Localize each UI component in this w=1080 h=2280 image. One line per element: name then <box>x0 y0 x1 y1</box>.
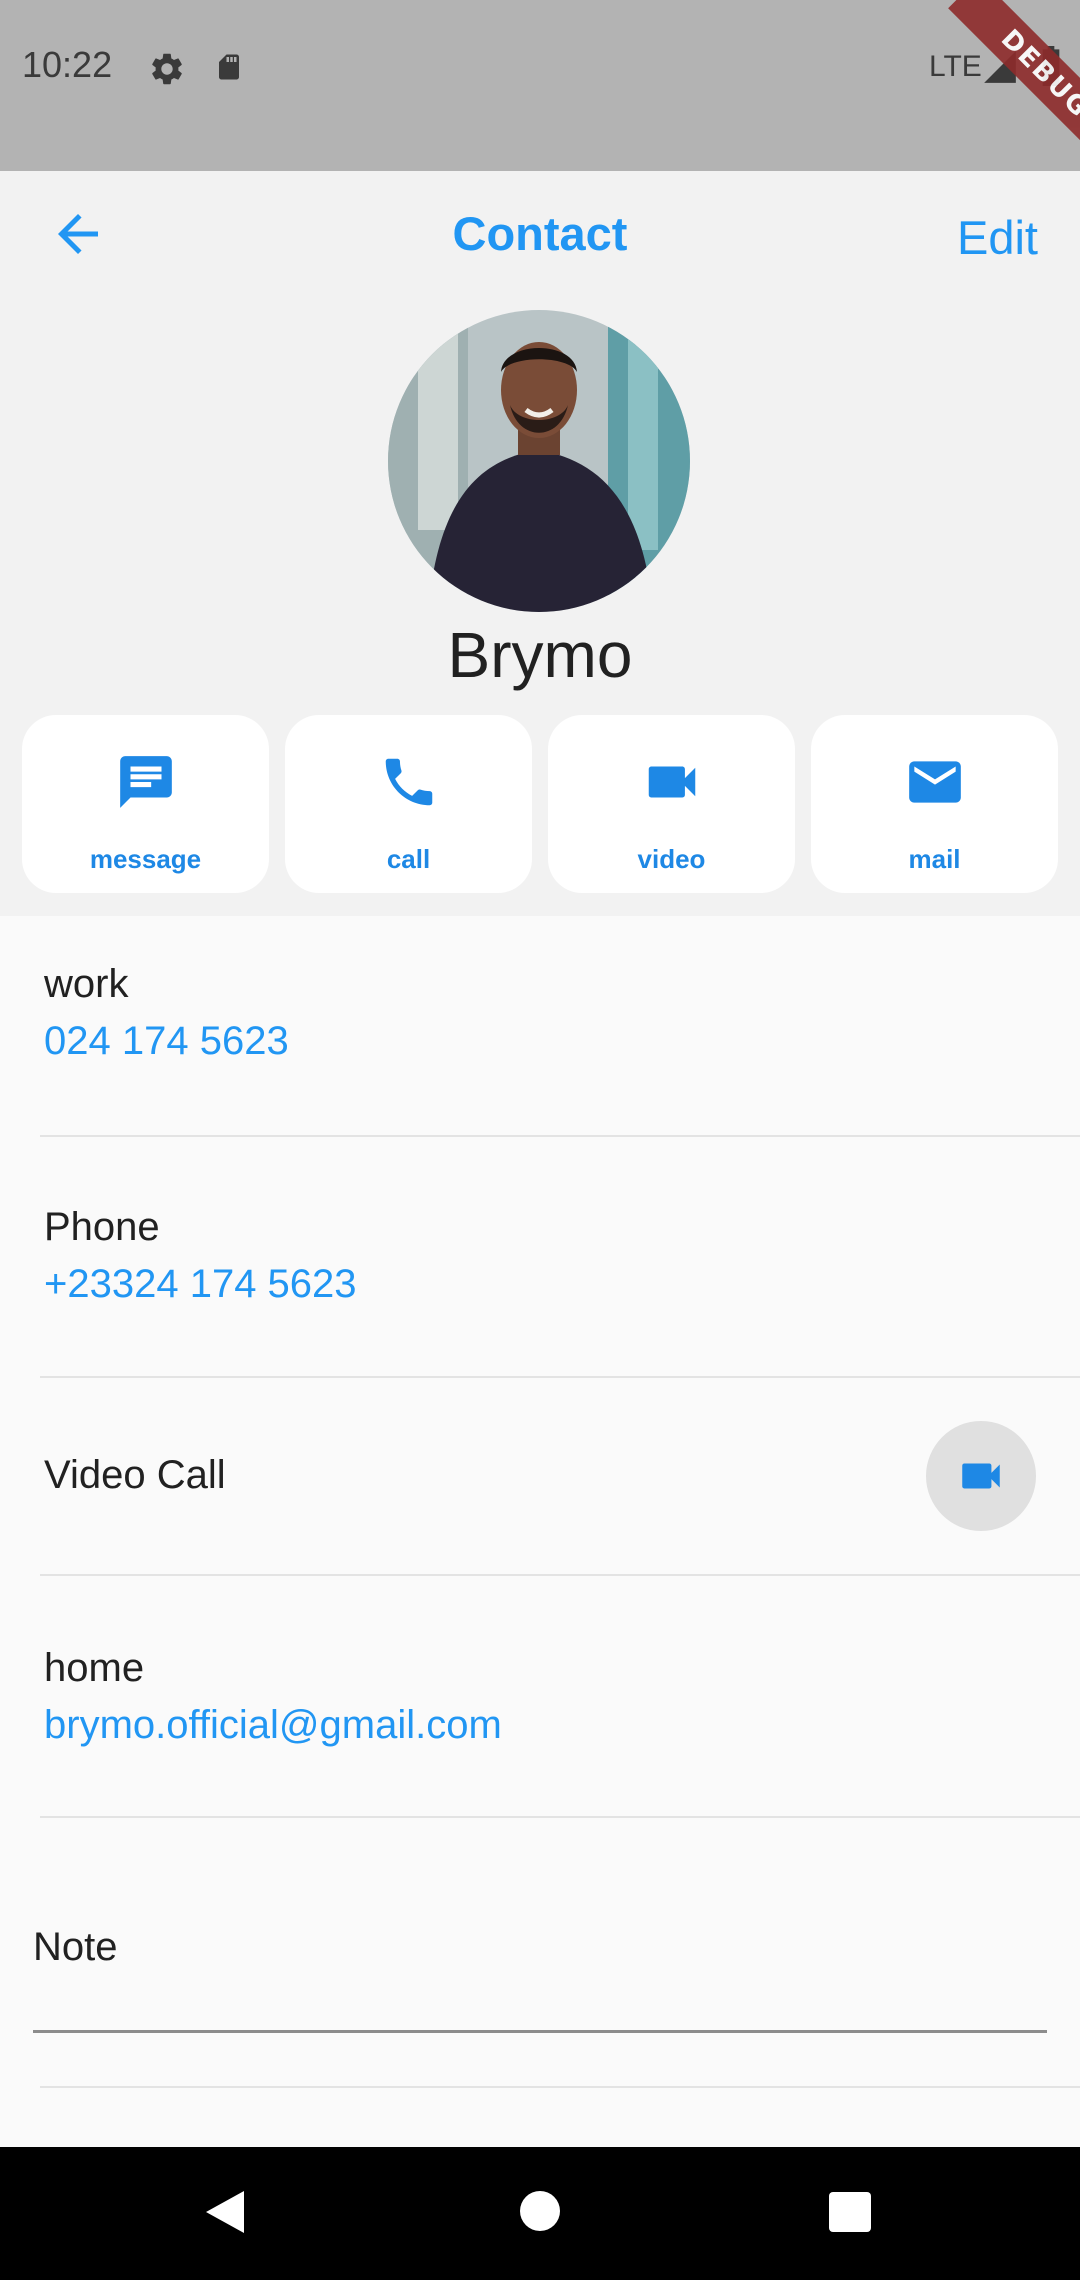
message-label: message <box>89 844 202 874</box>
email-value[interactable]: brymo.official@gmail.com <box>44 1703 502 1748</box>
call-label: call <box>386 844 431 874</box>
video-label: video <box>637 844 706 874</box>
note-label: Note <box>33 1925 118 1969</box>
video-call-label: Video Call <box>44 1453 226 1497</box>
work-label: work <box>44 962 129 1006</box>
system-nav-bar <box>0 2147 1080 2280</box>
phone-label: Phone <box>44 1205 160 1249</box>
call-button[interactable]: call <box>285 715 532 893</box>
message-button[interactable]: message <box>22 715 269 893</box>
status-bar: 10:22 LTE DEBUG <box>0 0 1080 171</box>
videocam-icon <box>962 1463 1000 1489</box>
work-phone-row[interactable]: work 024 174 5623 <box>0 917 1080 1137</box>
video-button[interactable]: video <box>548 715 795 893</box>
video-call-button[interactable] <box>926 1421 1036 1531</box>
phone-icon <box>285 751 532 818</box>
note-field[interactable] <box>33 2030 1047 2033</box>
divider <box>40 2086 1080 2088</box>
divider <box>40 1816 1080 1818</box>
back-button[interactable] <box>48 204 108 264</box>
nav-home-icon[interactable] <box>519 2190 561 2237</box>
mail-icon <box>811 751 1058 818</box>
contact-name: Brymo <box>447 619 633 691</box>
work-phone-value[interactable]: 024 174 5623 <box>44 1019 289 1064</box>
nav-recents-icon[interactable] <box>828 2191 872 2238</box>
avatar <box>388 310 690 612</box>
page-title: Contact <box>452 207 628 260</box>
video-call-row: Video Call <box>0 1378 1080 1573</box>
edit-button[interactable]: Edit <box>957 210 1038 265</box>
nav-back-icon[interactable] <box>202 2187 248 2242</box>
message-icon <box>22 751 269 818</box>
videocam-icon <box>548 751 795 818</box>
mail-label: mail <box>908 844 961 874</box>
arrow-back-icon <box>58 214 98 254</box>
phone-row[interactable]: Phone +23324 174 5623 <box>0 1137 1080 1377</box>
network-type: LTE <box>929 50 982 83</box>
status-time: 10:22 <box>22 44 113 85</box>
mail-button[interactable]: mail <box>811 715 1058 893</box>
home-label: home <box>44 1646 145 1690</box>
phone-value[interactable]: +23324 174 5623 <box>44 1262 357 1307</box>
gear-icon <box>148 50 186 93</box>
home-email-row[interactable]: home brymo.official@gmail.com <box>0 1576 1080 1816</box>
sd-card-icon <box>214 50 244 89</box>
